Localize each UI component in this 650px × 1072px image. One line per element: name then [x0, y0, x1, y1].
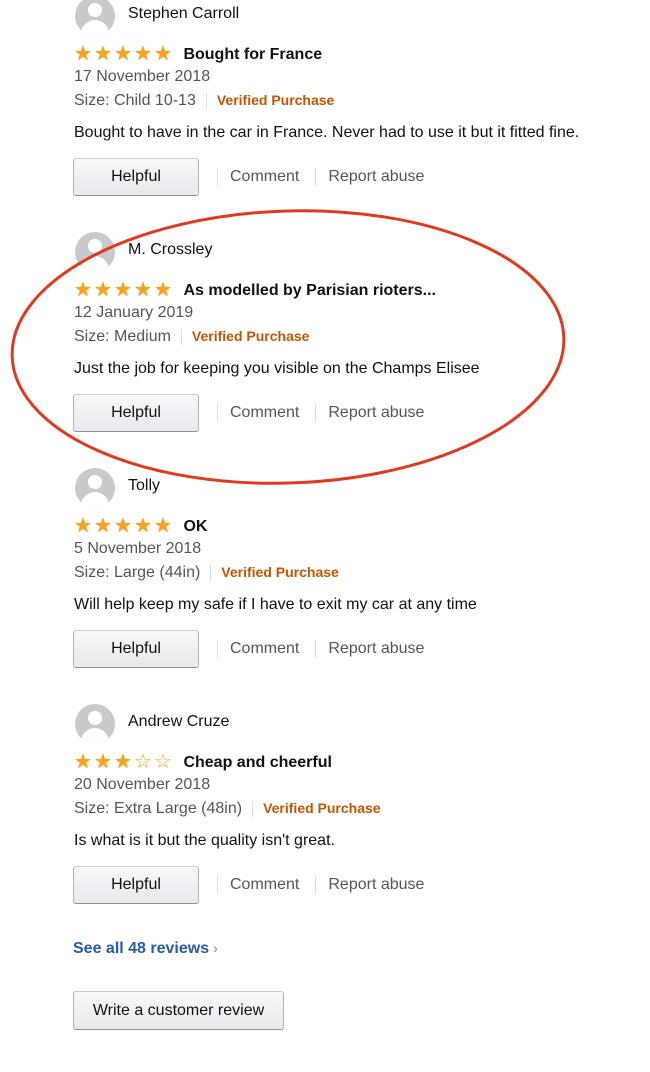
rating-row: ★ ★ ★ ★ ★ OK: [73, 516, 207, 538]
chevron-right-icon: ›: [213, 940, 218, 956]
review-meta: Size: Child 10-13 Verified Purchase: [74, 92, 334, 110]
size-label: Size: Medium: [74, 328, 171, 345]
user-avatar-icon[interactable]: [75, 232, 115, 272]
review-meta: Size: Medium Verified Purchase: [74, 328, 309, 346]
star-filled-icon: ★: [114, 751, 132, 773]
review-item: Stephen Carroll ★ ★ ★ ★ ★ Bought for France …: [0, 0, 650, 232]
divider: [210, 564, 212, 581]
review-item: Tolly ★ ★ ★ ★ ★ OK 5 November 2018 Size: Lar…: [0, 468, 650, 704]
star-filled-icon: ★: [154, 279, 172, 301]
reviewer-name[interactable]: Andrew Cruze: [128, 713, 229, 731]
verified-purchase-badge: Verified Purchase: [191, 328, 310, 344]
review-meta: Size: Large (44in) Verified Purchase: [74, 564, 339, 582]
review-title[interactable]: As modelled by Parisian rioters...: [183, 282, 436, 300]
divider: [315, 404, 317, 422]
verified-purchase-badge: Verified Purchase: [263, 800, 381, 816]
divider: [205, 92, 207, 109]
star-empty-icon: ☆: [134, 751, 152, 773]
verified-purchase-badge: Verified Purchase: [216, 92, 335, 108]
star-empty-icon: ☆: [154, 751, 172, 773]
star-filled-icon: ★: [94, 43, 112, 65]
star-filled-icon: ★: [114, 279, 132, 301]
helpful-button[interactable]: Helpful: [73, 158, 199, 196]
helpful-button[interactable]: Helpful: [73, 630, 199, 668]
star-filled-icon: ★: [154, 515, 172, 537]
review-date: 17 November 2018: [74, 68, 211, 85]
review-date: 5 November 2018: [74, 540, 202, 557]
comment-link[interactable]: Comment: [230, 404, 299, 422]
star-rating[interactable]: ★ ★ ★ ☆ ☆: [73, 752, 173, 773]
review-actions: Helpful Comment Report abuse: [73, 158, 424, 198]
star-filled-icon: ★: [74, 43, 92, 65]
review-item: Andrew Cruze ★ ★ ★ ☆ ☆ Cheap and cheerful 20…: [0, 704, 650, 940]
report-abuse-link[interactable]: Report abuse: [328, 876, 424, 894]
see-all-reviews-link[interactable]: See all 48 reviews ›: [73, 940, 218, 958]
star-filled-icon: ★: [154, 43, 172, 65]
star-filled-icon: ★: [94, 279, 112, 301]
star-filled-icon: ★: [74, 751, 92, 773]
see-all-label[interactable]: See all 48 reviews: [73, 940, 209, 957]
report-abuse-link[interactable]: Report abuse: [328, 168, 424, 186]
review-body: Bought to have in the car in France. Nev…: [74, 124, 580, 141]
review-actions: Helpful Comment Report abuse: [73, 866, 424, 906]
report-abuse-link[interactable]: Report abuse: [328, 404, 424, 422]
star-filled-icon: ★: [94, 751, 112, 773]
divider: [315, 876, 317, 894]
user-avatar-icon[interactable]: [75, 468, 115, 508]
star-filled-icon: ★: [114, 43, 132, 65]
review-item: M. Crossley ★ ★ ★ ★ ★ As modelled by Parisia…: [0, 232, 650, 468]
comment-link[interactable]: Comment: [230, 876, 299, 894]
review-body: Just the job for keeping you visible on …: [74, 360, 480, 377]
review-actions: Helpful Comment Report abuse: [73, 394, 424, 434]
helpful-button[interactable]: Helpful: [73, 394, 199, 432]
divider: [315, 168, 317, 186]
star-filled-icon: ★: [134, 279, 152, 301]
reviewer-name[interactable]: Stephen Carroll: [128, 5, 239, 23]
star-rating[interactable]: ★ ★ ★ ★ ★: [73, 44, 173, 65]
review-body: Will help keep my safe if I have to exit…: [74, 596, 477, 613]
divider: [217, 640, 218, 658]
review-title[interactable]: Bought for France: [183, 46, 322, 64]
divider: [315, 640, 317, 658]
user-avatar-icon[interactable]: [75, 704, 115, 744]
rating-row: ★ ★ ★ ☆ ☆ Cheap and cheerful: [73, 752, 332, 774]
review-title[interactable]: Cheap and cheerful: [183, 754, 331, 772]
verified-purchase-badge: Verified Purchase: [221, 564, 339, 580]
divider: [217, 168, 218, 186]
review-title[interactable]: OK: [183, 518, 207, 536]
star-filled-icon: ★: [94, 515, 112, 537]
star-filled-icon: ★: [74, 279, 92, 301]
star-filled-icon: ★: [134, 515, 152, 537]
star-rating[interactable]: ★ ★ ★ ★ ★: [73, 280, 173, 301]
reviewer-name[interactable]: Tolly: [128, 477, 160, 495]
review-actions: Helpful Comment Report abuse: [73, 630, 424, 670]
divider: [252, 800, 254, 817]
reviewer-name[interactable]: M. Crossley: [128, 241, 212, 259]
size-label: Size: Large (44in): [74, 564, 201, 581]
star-rating[interactable]: ★ ★ ★ ★ ★: [73, 516, 173, 537]
user-avatar-icon[interactable]: [75, 0, 115, 36]
review-date: 12 January 2019: [74, 304, 194, 321]
comment-link[interactable]: Comment: [230, 640, 299, 658]
star-filled-icon: ★: [114, 515, 132, 537]
comment-link[interactable]: Comment: [230, 168, 299, 186]
size-label: Size: Extra Large (48in): [74, 800, 243, 817]
review-body: Is what is it but the quality isn't grea…: [74, 832, 335, 849]
star-filled-icon: ★: [134, 43, 152, 65]
rating-row: ★ ★ ★ ★ ★ As modelled by Parisian rioters...: [73, 280, 436, 302]
star-filled-icon: ★: [74, 515, 92, 537]
report-abuse-link[interactable]: Report abuse: [328, 640, 424, 658]
rating-row: ★ ★ ★ ★ ★ Bought for France: [73, 44, 322, 66]
size-label: Size: Child 10-13: [74, 92, 196, 109]
review-date: 20 November 2018: [74, 776, 211, 793]
helpful-button[interactable]: Helpful: [73, 866, 199, 904]
divider: [217, 876, 218, 894]
write-review-button[interactable]: Write a customer review: [73, 991, 284, 1030]
divider: [217, 404, 218, 422]
review-meta: Size: Extra Large (48in) Verified Purchas…: [74, 800, 381, 818]
divider: [180, 328, 182, 345]
